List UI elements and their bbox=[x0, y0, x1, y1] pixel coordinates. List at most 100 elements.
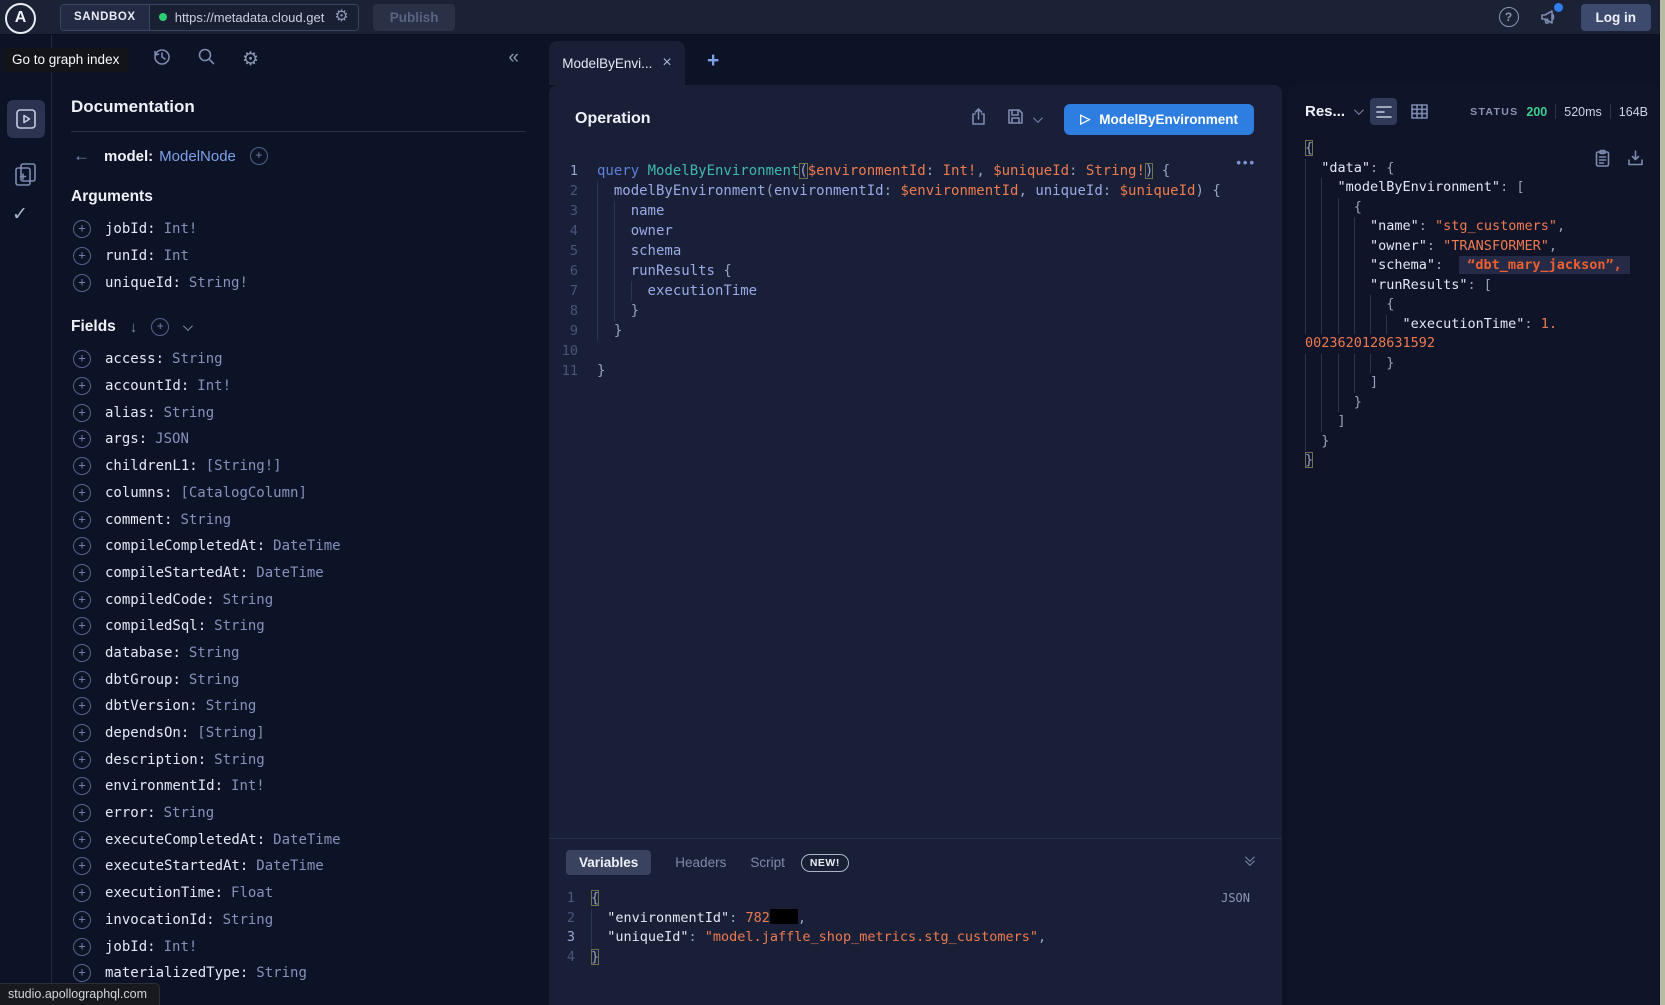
announcements-icon[interactable] bbox=[1539, 6, 1561, 28]
add-all-fields-icon[interactable]: + bbox=[250, 147, 268, 165]
sort-fields-icon[interactable]: ↓ bbox=[130, 319, 138, 336]
operation-editor[interactable]: 1query ModelByEnvironment($environmentId… bbox=[549, 161, 1282, 381]
add-field-icon[interactable]: + bbox=[73, 724, 91, 742]
chevron-down-icon[interactable] bbox=[183, 321, 193, 331]
share-icon[interactable] bbox=[969, 107, 988, 132]
field-name[interactable]: childrenL1 bbox=[105, 458, 198, 474]
field-type[interactable]: DateTime bbox=[273, 832, 340, 848]
field-name[interactable]: comment bbox=[105, 512, 172, 528]
field-type[interactable]: Float bbox=[231, 885, 273, 901]
add-field-icon[interactable]: + bbox=[73, 751, 91, 769]
response-body[interactable]: {"data": {"modelByEnvironment": [{"name"… bbox=[1288, 139, 1660, 471]
add-fields-icon[interactable]: + bbox=[151, 318, 169, 336]
field-row[interactable]: + executeStartedAt DateTime bbox=[71, 853, 525, 880]
collections-nav-icon[interactable] bbox=[12, 160, 40, 193]
field-type[interactable]: String bbox=[189, 645, 240, 661]
field-name[interactable]: alias bbox=[105, 405, 156, 421]
add-field-icon[interactable]: + bbox=[73, 911, 91, 929]
endpoint-url[interactable]: https://metadata.cloud.get bbox=[175, 10, 327, 25]
argument-type[interactable]: String! bbox=[189, 275, 248, 291]
add-field-icon[interactable]: + bbox=[73, 697, 91, 715]
add-field-icon[interactable]: + bbox=[73, 671, 91, 689]
breadcrumb-type[interactable]: ModelNode bbox=[159, 148, 236, 165]
field-type[interactable]: String bbox=[256, 965, 307, 981]
tab-variables[interactable]: Variables bbox=[566, 850, 651, 875]
add-argument-icon[interactable]: + bbox=[73, 274, 91, 292]
add-field-icon[interactable]: + bbox=[73, 617, 91, 635]
field-name[interactable]: dependsOn bbox=[105, 725, 189, 741]
field-row[interactable]: + access String bbox=[71, 346, 525, 373]
field-row[interactable]: + compiledCode String bbox=[71, 586, 525, 613]
add-field-icon[interactable]: + bbox=[73, 404, 91, 422]
add-argument-icon[interactable]: + bbox=[73, 220, 91, 238]
argument-type[interactable]: Int! bbox=[164, 221, 198, 237]
field-row[interactable]: + invocationId String bbox=[71, 907, 525, 934]
run-operation-button[interactable]: ▷ ModelByEnvironment bbox=[1064, 104, 1254, 135]
explorer-nav-icon[interactable] bbox=[7, 100, 45, 138]
endpoint-settings-icon[interactable]: ⚙ bbox=[334, 9, 348, 25]
download-response-icon[interactable] bbox=[1627, 149, 1644, 173]
add-field-icon[interactable]: + bbox=[73, 644, 91, 662]
field-name[interactable]: compiledSql bbox=[105, 618, 206, 634]
argument-name[interactable]: uniqueId bbox=[105, 275, 181, 291]
field-row[interactable]: + dbtVersion String bbox=[71, 693, 525, 720]
field-row[interactable]: + alias String bbox=[71, 399, 525, 426]
close-tab-icon[interactable]: × bbox=[662, 54, 671, 72]
field-row[interactable]: + comment String bbox=[71, 506, 525, 533]
add-field-icon[interactable]: + bbox=[73, 511, 91, 529]
field-name[interactable]: dbtVersion bbox=[105, 698, 198, 714]
field-type[interactable]: DateTime bbox=[273, 538, 340, 554]
history-icon[interactable] bbox=[152, 47, 171, 71]
field-name[interactable]: compiledCode bbox=[105, 592, 215, 608]
field-type[interactable]: String bbox=[206, 698, 257, 714]
add-field-icon[interactable]: + bbox=[73, 350, 91, 368]
field-row[interactable]: + database String bbox=[71, 640, 525, 667]
search-icon[interactable] bbox=[197, 47, 216, 71]
add-field-icon[interactable]: + bbox=[73, 857, 91, 875]
copy-response-icon[interactable] bbox=[1594, 149, 1611, 173]
field-type[interactable]: String bbox=[214, 752, 265, 768]
field-type[interactable]: String bbox=[164, 405, 215, 421]
field-type[interactable]: DateTime bbox=[256, 858, 323, 874]
field-type[interactable]: String bbox=[164, 805, 215, 821]
argument-name[interactable]: jobId bbox=[105, 221, 156, 237]
add-field-icon[interactable]: + bbox=[73, 484, 91, 502]
field-row[interactable]: + error String bbox=[71, 800, 525, 827]
field-row[interactable]: + description String bbox=[71, 746, 525, 773]
add-field-icon[interactable]: + bbox=[73, 804, 91, 822]
field-name[interactable]: columns bbox=[105, 485, 172, 501]
tab-headers[interactable]: Headers bbox=[675, 855, 726, 870]
add-field-icon[interactable]: + bbox=[73, 777, 91, 795]
endpoint-input[interactable]: https://metadata.cloud.get ⚙ bbox=[150, 5, 358, 30]
apollo-logo[interactable]: A bbox=[5, 3, 36, 34]
field-name[interactable]: access bbox=[105, 351, 164, 367]
field-row[interactable]: + accountId Int! bbox=[71, 373, 525, 400]
add-field-icon[interactable]: + bbox=[73, 938, 91, 956]
field-name[interactable]: jobId bbox=[105, 939, 156, 955]
add-field-icon[interactable]: + bbox=[73, 457, 91, 475]
tree-view-icon[interactable] bbox=[1370, 98, 1397, 125]
argument-row[interactable]: + jobId Int! bbox=[71, 216, 525, 243]
field-row[interactable]: + childrenL1 [String!] bbox=[71, 453, 525, 480]
field-type[interactable]: JSON bbox=[155, 431, 189, 447]
add-field-icon[interactable]: + bbox=[73, 564, 91, 582]
field-type[interactable]: String bbox=[172, 351, 223, 367]
argument-row[interactable]: + uniqueId String! bbox=[71, 269, 525, 296]
collapse-variables-icon[interactable] bbox=[1245, 855, 1252, 866]
field-type[interactable]: String bbox=[214, 618, 265, 634]
field-row[interactable]: + jobId Int! bbox=[71, 933, 525, 960]
field-name[interactable]: executionTime bbox=[105, 885, 223, 901]
field-row[interactable]: + executeCompletedAt DateTime bbox=[71, 826, 525, 853]
field-row[interactable]: + compiledSql String bbox=[71, 613, 525, 640]
field-name[interactable]: dbtGroup bbox=[105, 672, 181, 688]
response-title[interactable]: Res... bbox=[1305, 103, 1345, 120]
field-type[interactable]: Int! bbox=[164, 939, 198, 955]
add-field-icon[interactable]: + bbox=[73, 537, 91, 555]
field-type[interactable]: String bbox=[180, 512, 231, 528]
field-row[interactable]: + compileCompletedAt DateTime bbox=[71, 533, 525, 560]
field-row[interactable]: + executionTime Float bbox=[71, 880, 525, 907]
schema-settings-icon[interactable]: ⚙ bbox=[242, 50, 259, 69]
new-tab-icon[interactable]: + bbox=[707, 49, 719, 73]
tab-script[interactable]: Script bbox=[750, 855, 785, 870]
field-row[interactable]: + compileStartedAt DateTime bbox=[71, 560, 525, 587]
